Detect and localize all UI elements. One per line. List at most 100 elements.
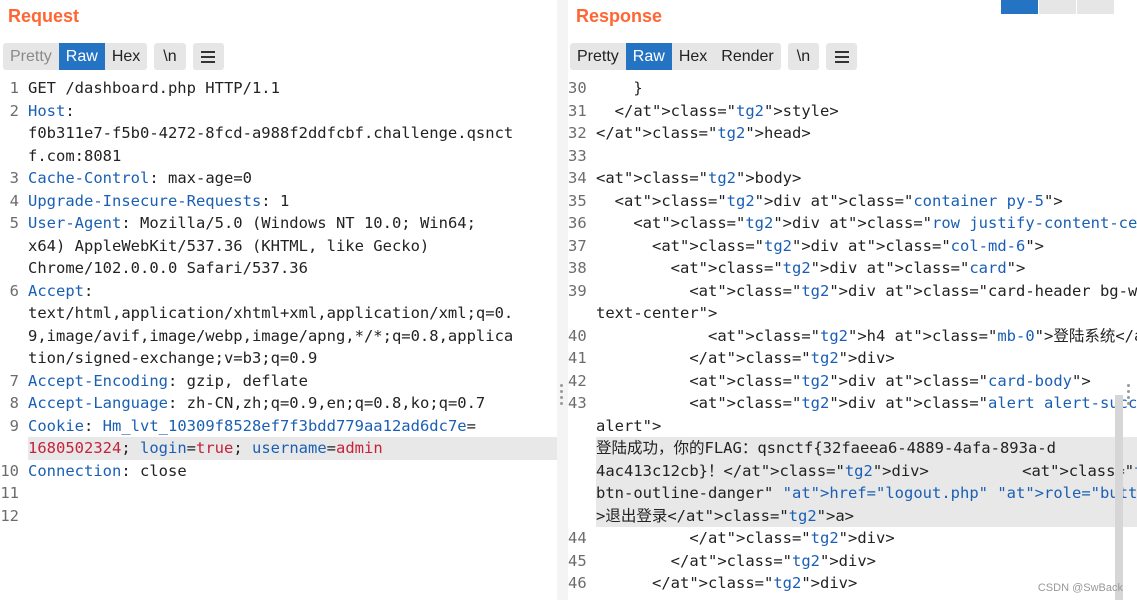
line-text — [596, 145, 1137, 168]
line-text: 1680502324; login=true; username=admin — [28, 437, 557, 460]
line-text: } — [596, 79, 643, 97]
response-line: 31 </at">class="tg2">style> — [568, 99, 1137, 122]
response-tab-pretty[interactable]: Pretty — [570, 43, 626, 70]
request-newline-toggle[interactable]: \n — [154, 43, 186, 70]
line-number: 10 — [0, 459, 28, 482]
line-number: 4 — [0, 189, 28, 212]
request-editor[interactable]: 1 GET /dashboard.php HTTP/1.1 2 Host: f0b311… — [0, 77, 557, 600]
line-text: f.com:8081 — [28, 146, 122, 165]
response-line: 41 </at">class="tg2">div> — [568, 347, 1137, 370]
line-number: 7 — [0, 369, 28, 392]
line-number: 6 — [0, 279, 28, 302]
line-text: <at">class="tg2">h4 at">class="mb-0">登陆系… — [596, 326, 1137, 345]
request-line: 1 GET /dashboard.php HTTP/1.1 — [0, 77, 557, 100]
line-number: 40 — [568, 324, 596, 347]
line-number: 32 — [568, 122, 596, 145]
response-line: 38 <at">class="tg2">div at">class="card"… — [568, 257, 1137, 280]
line-number: 46 — [568, 572, 596, 595]
line-number — [568, 302, 596, 325]
line-number: 5 — [0, 212, 28, 235]
line-text: Accept: — [28, 281, 94, 300]
response-line: text-center"> — [568, 302, 1137, 325]
side-drag-handle-icon[interactable] — [1127, 384, 1130, 405]
line-number: 9 — [0, 414, 28, 437]
line-number: 30 — [568, 77, 596, 100]
line-text: <at">class="tg2">div at">class="card-bod… — [596, 371, 1091, 390]
line-text: </at">class="tg2">div> — [596, 349, 895, 367]
response-line: 40 <at">class="tg2">h4 at">class="mb-0">… — [568, 324, 1137, 347]
request-tab-pretty[interactable]: Pretty — [3, 43, 59, 70]
line-number — [568, 504, 596, 527]
request-tab-hex[interactable]: Hex — [105, 43, 147, 70]
request-line: Chrome/102.0.0.0 Safari/537.36 — [0, 257, 557, 280]
request-line: 2 Host: — [0, 99, 557, 122]
line-text: </at">class="tg2">head> — [596, 124, 811, 142]
response-line: 30 } — [568, 77, 1137, 100]
line-text: <at">class="tg2">div at">class="row just… — [596, 214, 1137, 232]
response-line: 42 <at">class="tg2">div at">class="card-… — [568, 369, 1137, 392]
response-tab-raw[interactable]: Raw — [625, 43, 672, 70]
request-tab-raw[interactable]: Raw — [58, 43, 105, 70]
line-number: 36 — [568, 212, 596, 235]
response-editor[interactable]: 30 } 31 </at">class="tg2">style> 32 </at">c… — [568, 77, 1137, 600]
response-line: 32 </at">class="tg2">head> — [568, 122, 1137, 145]
line-number — [0, 324, 28, 347]
line-number — [0, 144, 28, 167]
line-number: 41 — [568, 347, 596, 370]
line-text: <at">class="tg2">div at">class="card-hea… — [596, 281, 1137, 300]
line-text: Cache-Control: max-age=0 — [28, 169, 252, 187]
response-title: Response — [576, 6, 663, 26]
layout-single-icon[interactable] — [1077, 0, 1115, 14]
request-line: 11 — [0, 482, 557, 505]
line-text: <at">class="tg2">div at">class="alert al… — [596, 394, 1137, 412]
response-tab-hex[interactable]: Hex — [672, 43, 714, 70]
line-text: btn-outline-danger" "at">href="logout.ph… — [596, 482, 1137, 505]
line-text: Upgrade-Insecure-Requests: 1 — [28, 191, 290, 210]
line-number: 39 — [568, 279, 596, 302]
request-line: f.com:8081 — [0, 144, 557, 167]
response-line: alert"> — [568, 414, 1137, 437]
line-number — [568, 414, 596, 437]
line-text: text/html,application/xhtml+xml,applicat… — [28, 304, 514, 322]
request-line: 9 Cookie: Hm_lvt_10309f8528ef7f3bdd779aa1… — [0, 414, 557, 437]
response-view-tabs: Pretty Raw Hex Render — [570, 43, 781, 70]
response-scrollbar[interactable] — [1115, 395, 1123, 600]
panel-divider[interactable] — [557, 0, 568, 600]
request-line: 3 Cache-Control: max-age=0 — [0, 167, 557, 190]
response-tab-render[interactable]: Render — [714, 43, 780, 70]
line-number: 8 — [0, 392, 28, 415]
request-menu-icon[interactable] — [192, 43, 224, 70]
response-line: 43 <at">class="tg2">div at">class="alert… — [568, 392, 1137, 415]
line-text — [28, 482, 557, 505]
layout-split-icon[interactable] — [1001, 0, 1039, 14]
request-panel: Request Pretty Raw Hex \n 1 GET /dashboar… — [0, 0, 557, 600]
drag-handle-icon[interactable] — [560, 384, 563, 405]
line-number — [0, 234, 28, 257]
line-text: Cookie: Hm_lvt_10309f8528ef7f3bdd779aa12… — [28, 416, 476, 435]
line-text: Host: — [28, 101, 75, 120]
response-line: 37 <at">class="tg2">div at">class="col-m… — [568, 234, 1137, 257]
line-number: 3 — [0, 167, 28, 190]
request-line: 8 Accept-Language: zh-CN,zh;q=0.9,en;q=0.… — [0, 392, 557, 415]
line-number — [568, 459, 596, 482]
response-menu-icon[interactable] — [826, 43, 858, 70]
line-number: 43 — [568, 392, 596, 415]
line-text — [28, 505, 557, 528]
line-number: 44 — [568, 527, 596, 550]
line-text: GET /dashboard.php HTTP/1.1 — [28, 79, 280, 97]
layout-horizontal-icon[interactable] — [1039, 0, 1077, 14]
request-line: 5 User-Agent: Mozilla/5.0 (Windows NT 10.… — [0, 212, 557, 235]
line-text: 登陆成功，你的FLAG：qsnctf{32faeea6-4889-4afa-89… — [596, 437, 1137, 460]
response-line: 33 — [568, 144, 1137, 168]
line-text: </at">class="tg2">div> — [596, 529, 895, 547]
response-newline-toggle[interactable]: \n — [787, 43, 820, 70]
line-text: tion/signed-exchange;v=b3;q=0.9 — [28, 349, 318, 367]
line-number: 45 — [568, 549, 596, 572]
line-text: <at">class="tg2">div at">class="col-md-6… — [596, 236, 1044, 255]
response-line: 45 </at">class="tg2">div> — [568, 549, 1137, 572]
line-text: 9,image/avif,image/webp,image/apng,*/*;q… — [28, 326, 514, 345]
line-text: Accept-Encoding: gzip, deflate — [28, 371, 308, 390]
line-number: 2 — [0, 99, 28, 122]
request-tab-bar: Pretty Raw Hex \n — [3, 43, 231, 70]
line-number — [0, 302, 28, 325]
